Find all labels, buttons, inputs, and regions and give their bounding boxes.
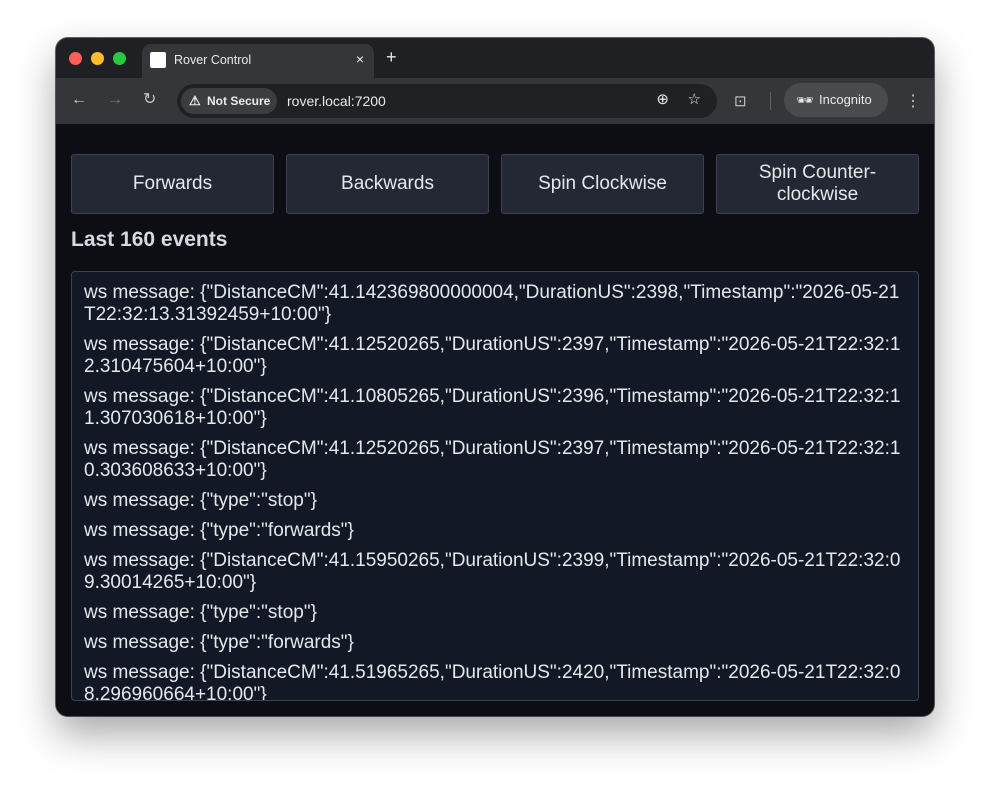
- events-heading: Last 160 events: [71, 228, 228, 251]
- security-label: Not Secure: [207, 94, 271, 108]
- zoom-icon[interactable]: ⊕: [656, 92, 669, 108]
- back-arrow-icon[interactable]: ←: [71, 92, 87, 108]
- bookmark-star-icon[interactable]: ☆: [688, 92, 701, 108]
- maximize-window-button[interactable]: [113, 52, 126, 65]
- incognito-badge[interactable]: 🕶 Incognito: [784, 83, 888, 117]
- tab-title: Rover Control: [174, 53, 252, 67]
- event-item: ws message: {"DistanceCM":41.12520265,"D…: [84, 438, 901, 481]
- new-tab-button[interactable]: +: [386, 47, 397, 67]
- minimize-window-button[interactable]: [91, 52, 104, 65]
- browser-toolbar: ← → ↻ ⚠ Not Secure rover.local:7200 ⊕ ☆ …: [56, 78, 934, 124]
- event-item: ws message: {"DistanceCM":41.10805265,"D…: [84, 386, 901, 429]
- warning-icon: ⚠: [189, 93, 201, 108]
- event-item: ws message: {"type":"stop"}: [84, 490, 317, 511]
- event-item: ws message: {"DistanceCM":41.15950265,"D…: [84, 550, 901, 593]
- tab-search-icon[interactable]: ⊡: [734, 92, 747, 110]
- favicon-icon: [150, 52, 166, 68]
- backwards-button[interactable]: Backwards: [286, 154, 489, 214]
- url-text[interactable]: rover.local:7200: [287, 93, 386, 109]
- incognito-label: Incognito: [819, 92, 872, 107]
- event-item: ws message: {"DistanceCM":41.14236980000…: [84, 282, 900, 325]
- tab-rover-control[interactable]: Rover Control ×: [142, 44, 374, 78]
- event-item: ws message: {"type":"forwards"}: [84, 632, 354, 653]
- event-log[interactable]: ws message: {"DistanceCM":41.14236980000…: [71, 271, 919, 701]
- toolbar-divider: [770, 92, 771, 110]
- page-content: Forwards Backwards Spin Clockwise Spin C…: [56, 124, 934, 716]
- event-item: ws message: {"type":"forwards"}: [84, 520, 354, 541]
- control-buttons: Forwards Backwards Spin Clockwise Spin C…: [71, 154, 919, 214]
- spin-clockwise-button[interactable]: Spin Clockwise: [501, 154, 704, 214]
- address-bar[interactable]: ⚠ Not Secure rover.local:7200 ⊕ ☆: [177, 84, 717, 118]
- reload-icon[interactable]: ↻: [143, 92, 156, 108]
- event-item: ws message: {"DistanceCM":41.51965265,"D…: [84, 662, 901, 701]
- tab-strip: Rover Control × +: [56, 38, 934, 78]
- browser-window: Rover Control × + ← → ↻ ⚠ Not Secure rov…: [56, 38, 934, 716]
- event-item: ws message: {"type":"stop"}: [84, 602, 317, 623]
- security-indicator[interactable]: ⚠ Not Secure: [181, 88, 277, 114]
- close-window-button[interactable]: [69, 52, 82, 65]
- incognito-icon: 🕶: [796, 92, 814, 108]
- event-item: ws message: {"DistanceCM":41.12520265,"D…: [84, 334, 901, 377]
- tab-close-icon[interactable]: ×: [356, 51, 364, 67]
- kebab-menu-icon[interactable]: ⋮: [905, 91, 921, 111]
- spin-counter-clockwise-button[interactable]: Spin Counter-clockwise: [716, 154, 919, 214]
- forwards-button[interactable]: Forwards: [71, 154, 274, 214]
- forward-arrow-icon[interactable]: →: [107, 92, 123, 108]
